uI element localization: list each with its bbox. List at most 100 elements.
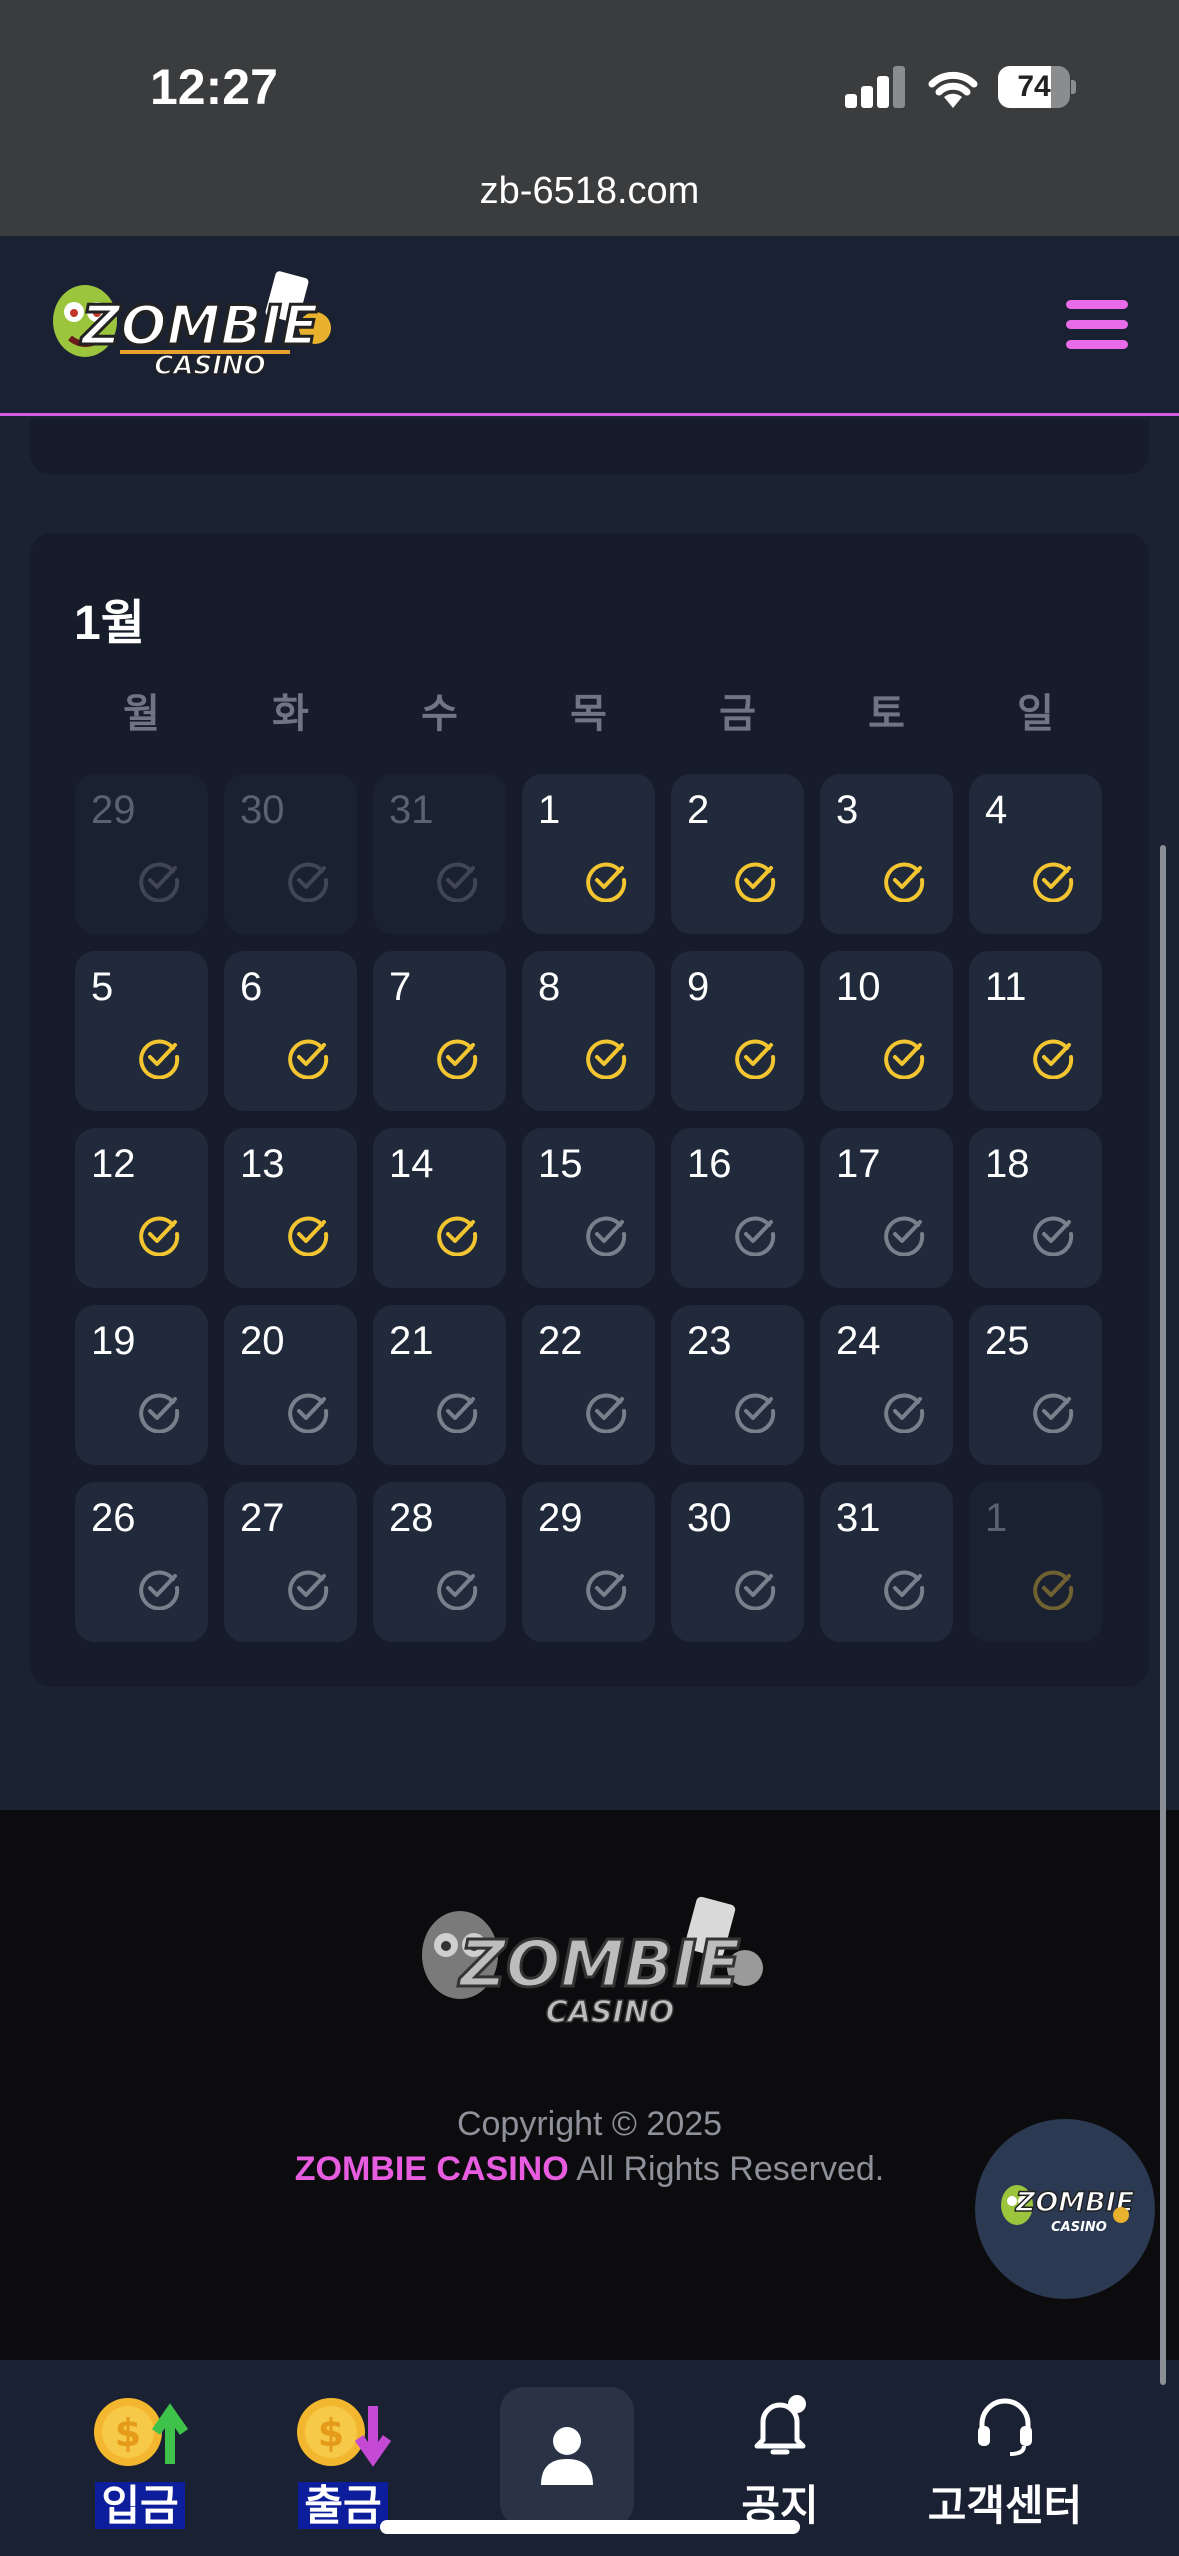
svg-text:CASINO: CASINO [154, 351, 265, 381]
calendar-day-number: 7 [389, 965, 412, 1009]
attendance-unchecked-icon [586, 1570, 627, 1610]
site-footer: ZOMBIE CASINO Copyright © 2025 ZOMBIE CA… [0, 1810, 1179, 2360]
status-time: 12:27 [150, 59, 278, 115]
attendance-unchecked-icon [735, 1570, 776, 1610]
home-indicator [380, 2520, 800, 2534]
attendance-unchecked-icon [288, 1570, 329, 1610]
weekday-tue: 화 [272, 692, 309, 736]
calendar-day-cell[interactable]: 10 [820, 951, 953, 1111]
calendar-day-cell[interactable]: 23 [671, 1305, 804, 1465]
calendar-month-title: 1월 [74, 597, 145, 650]
calendar-day-number: 24 [836, 1319, 881, 1363]
calendar-day-cell[interactable]: 11 [969, 951, 1102, 1111]
calendar-day-cell[interactable]: 29 [75, 774, 208, 934]
floating-logo-button[interactable]: ZOMBIE CASINO [975, 2119, 1155, 2299]
calendar-day-number: 21 [389, 1319, 434, 1363]
calendar-day-cell[interactable]: 3 [820, 774, 953, 934]
withdraw-coin-icon: $ [297, 2398, 392, 2467]
calendar-day-cell[interactable]: 4 [969, 774, 1102, 934]
calendar-day-cell[interactable]: 9 [671, 951, 804, 1111]
nav-customer-center[interactable]: 고객센터 [905, 2360, 1105, 2556]
calendar-day-cell[interactable]: 30 [671, 1482, 804, 1642]
calendar-day-cell[interactable]: 17 [820, 1128, 953, 1288]
attendance-checked-icon [586, 1039, 627, 1079]
attendance-unchecked-icon [437, 1393, 478, 1433]
attendance-checked-icon [735, 862, 776, 902]
calendar-day-cell[interactable]: 15 [522, 1128, 655, 1288]
calendar-day-number: 28 [389, 1496, 434, 1540]
attendance-checked-icon [1033, 1570, 1074, 1610]
calendar-day-number: 9 [687, 965, 710, 1009]
attendance-unchecked-icon [586, 1393, 627, 1433]
weekday-thu: 목 [570, 692, 607, 736]
status-bar: 12:27 74 zb-6518.com [0, 0, 1179, 236]
calendar-day-number: 19 [91, 1319, 136, 1363]
calendar-day-cell[interactable]: 31 [373, 774, 506, 934]
calendar-day-cell[interactable]: 21 [373, 1305, 506, 1465]
calendar-day-number: 14 [389, 1142, 434, 1186]
calendar-day-cell[interactable]: 18 [969, 1128, 1102, 1288]
calendar-day-cell[interactable]: 29 [522, 1482, 655, 1642]
calendar-day-cell[interactable]: 19 [75, 1305, 208, 1465]
wifi-icon [928, 71, 978, 108]
nav-deposit[interactable]: $ 입금 [40, 2360, 240, 2556]
calendar-day-number: 13 [240, 1142, 285, 1186]
previous-card-bottom [30, 419, 1149, 474]
deposit-coin-icon: $ [94, 2398, 189, 2466]
hamburger-menu-button[interactable] [1066, 300, 1128, 350]
attendance-unchecked-icon [139, 1393, 180, 1433]
attendance-unchecked-icon [884, 1393, 925, 1433]
calendar-day-cell[interactable]: 13 [224, 1128, 357, 1288]
calendar-day-cell[interactable]: 12 [75, 1128, 208, 1288]
attendance-checked-icon [139, 1039, 180, 1079]
attendance-unchecked-icon [884, 1216, 925, 1256]
page-scrollbar[interactable] [1160, 845, 1166, 2385]
calendar-day-cell[interactable]: 8 [522, 951, 655, 1111]
nav-customer-center-label: 고객센터 [927, 2482, 1083, 2529]
calendar-day-cell[interactable]: 7 [373, 951, 506, 1111]
calendar-day-cell[interactable]: 1 [969, 1482, 1102, 1642]
calendar-day-cell[interactable]: 26 [75, 1482, 208, 1642]
calendar-day-number: 18 [985, 1142, 1030, 1186]
footer-brand-name: ZOMBIE CASINO [294, 2150, 569, 2188]
calendar-day-cell[interactable]: 2 [671, 774, 804, 934]
calendar-day-number: 31 [836, 1496, 881, 1540]
attendance-checked-icon [139, 1216, 180, 1256]
attendance-checked-icon [735, 1039, 776, 1079]
svg-text:$: $ [115, 2411, 141, 2455]
calendar-day-cell[interactable]: 30 [224, 774, 357, 934]
attendance-calendar: 1월 월 화 수 목 금 토 일 29 30 31 1 2 3 4 5 6 7 8 9 10 11 12 13… [30, 533, 1149, 1687]
calendar-day-cell[interactable]: 16 [671, 1128, 804, 1288]
calendar-day-cell[interactable]: 22 [522, 1305, 655, 1465]
calendar-day-cell[interactable]: 5 [75, 951, 208, 1111]
svg-text:$: $ [318, 2411, 344, 2455]
calendar-day-number: 20 [240, 1319, 285, 1363]
notice-bell-icon [754, 2395, 806, 2455]
calendar-day-cell[interactable]: 28 [373, 1482, 506, 1642]
calendar-day-cell[interactable]: 31 [820, 1482, 953, 1642]
calendar-day-number: 10 [836, 965, 881, 1009]
calendar-day-number: 25 [985, 1319, 1030, 1363]
calendar-day-cell[interactable]: 27 [224, 1482, 357, 1642]
calendar-grid: 29 30 31 1 2 3 4 5 6 7 8 9 10 11 12 13 14 15 16 17 18 19 20 21 2… [75, 774, 1105, 1644]
calendar-day-number: 22 [538, 1319, 583, 1363]
weekday-header: 월 화 수 목 금 토 일 [75, 681, 1105, 741]
calendar-day-cell[interactable]: 20 [224, 1305, 357, 1465]
browser-url[interactable]: zb-6518.com [0, 170, 1179, 213]
attendance-unchecked-icon [1033, 1393, 1074, 1433]
nav-profile[interactable] [500, 2387, 634, 2527]
calendar-day-cell[interactable]: 1 [522, 774, 655, 934]
attendance-checked-icon [586, 862, 627, 902]
attendance-unchecked-icon [735, 1393, 776, 1433]
calendar-day-cell[interactable]: 6 [224, 951, 357, 1111]
weekday-sat: 토 [868, 692, 905, 736]
nav-withdraw-label: 출금 [298, 2482, 388, 2529]
svg-text:CASINO: CASINO [546, 1995, 675, 2030]
attendance-unchecked-icon [884, 1570, 925, 1610]
zombie-casino-logo[interactable]: ZOMBIE CASINO [40, 266, 350, 386]
battery-indicator: 74 [998, 66, 1076, 108]
calendar-day-cell[interactable]: 24 [820, 1305, 953, 1465]
calendar-day-cell[interactable]: 25 [969, 1305, 1102, 1465]
calendar-day-cell[interactable]: 14 [373, 1128, 506, 1288]
calendar-day-number: 12 [91, 1142, 136, 1186]
